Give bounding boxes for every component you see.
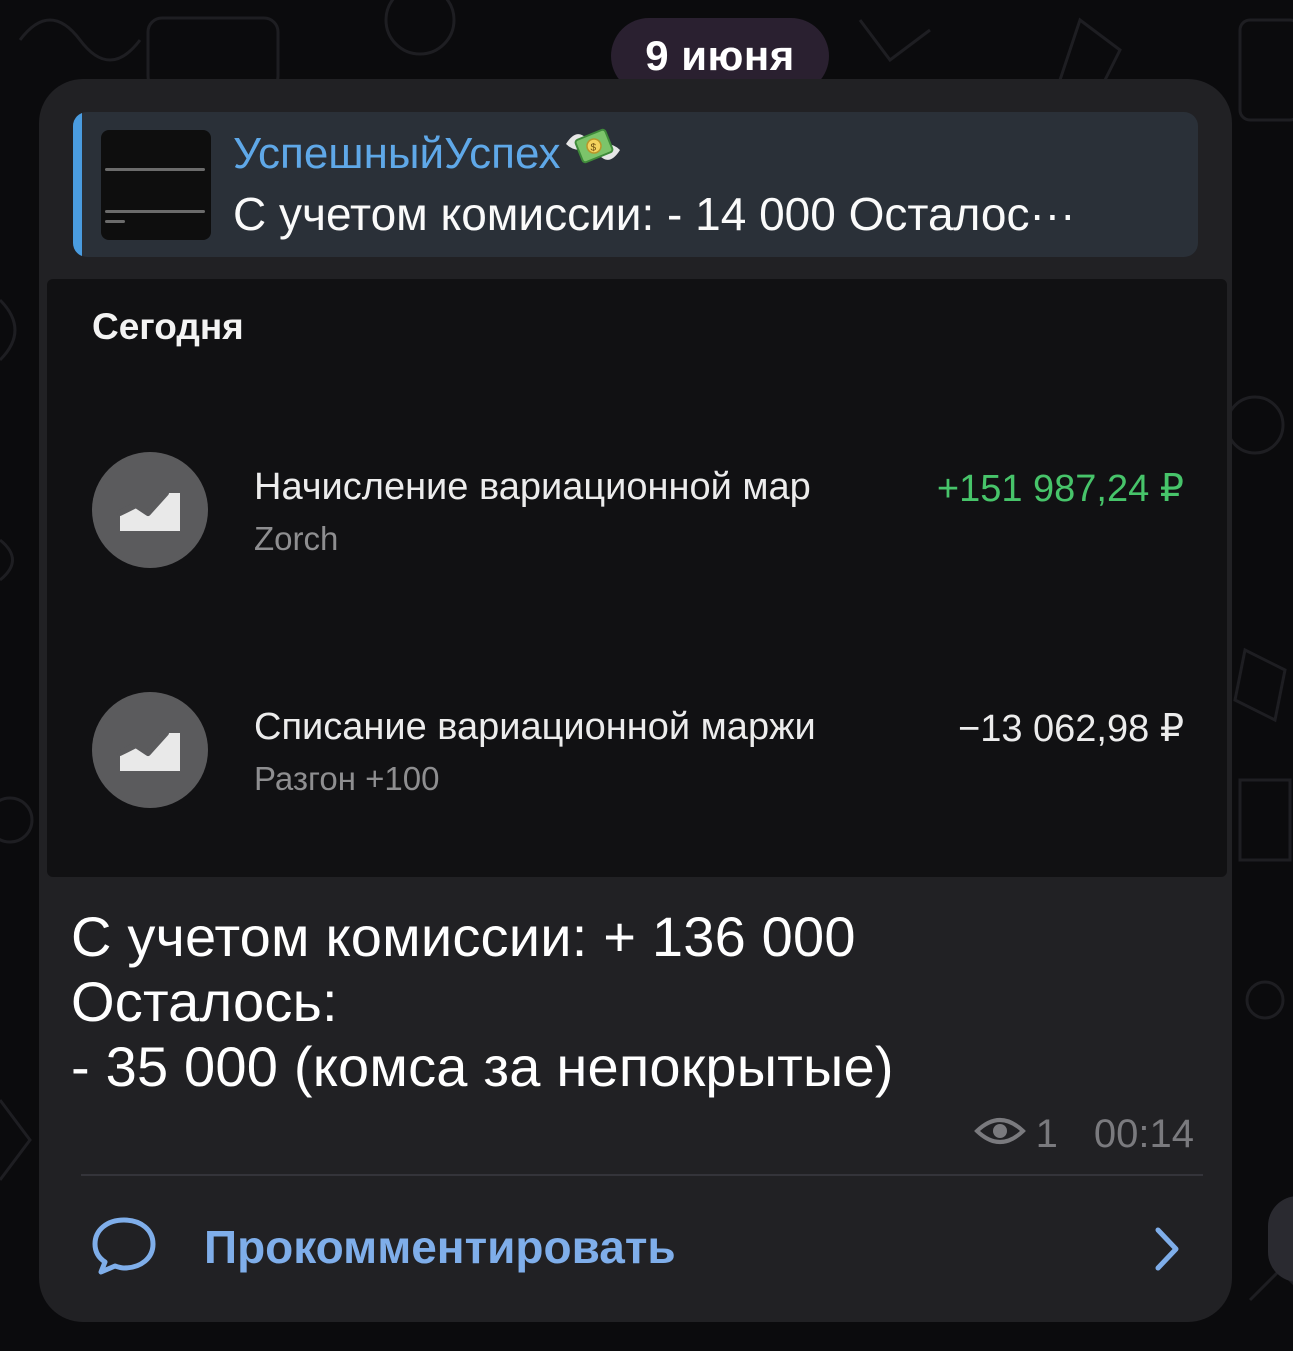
reply-title-text: УспешныйУспех: [233, 129, 561, 178]
comment-button[interactable]: Прокомментировать: [39, 1176, 1232, 1322]
reply-channel-title: УспешныйУспех $: [233, 124, 622, 183]
comment-bubble-icon: [89, 1214, 159, 1281]
eye-icon: [973, 1112, 1026, 1157]
transaction-subtitle: Разгон +100: [254, 760, 440, 797]
transaction-title: Списание вариационной маржи: [254, 706, 816, 748]
message-time: 00:14: [1093, 1112, 1194, 1156]
attached-screenshot[interactable]: Сегодня Начисление вариационной мар Zorc…: [47, 279, 1227, 877]
transaction-row: Списание вариационной маржи Разгон +100 …: [92, 692, 1202, 812]
transaction-amount: +151 987,24 ₽: [936, 468, 1184, 510]
section-label: Сегодня: [92, 306, 244, 347]
transaction-row: Начисление вариационной мар Zorch +151 9…: [92, 452, 1202, 572]
comment-label: Прокомментировать: [204, 1221, 676, 1273]
transaction-title: Начисление вариационной мар: [254, 466, 811, 508]
trend-chart-icon: [92, 692, 208, 808]
message-bubble: УспешныйУспех $ С учетом комиссии: - 14 …: [39, 79, 1232, 1322]
transaction-amount: −13 062,98 ₽: [958, 708, 1184, 750]
chevron-right-icon: [1152, 1224, 1182, 1279]
view-count: 1: [1035, 1112, 1058, 1156]
reply-text: С учетом комиссии: - 14 000 Осталос···: [233, 188, 1076, 240]
reply-thumbnail: [101, 130, 211, 240]
scroll-down-button[interactable]: [1268, 1196, 1293, 1282]
svg-text:$: $: [591, 143, 597, 154]
message-text: С учетом комиссии: + 136 000 Осталось: -…: [71, 905, 894, 1098]
transaction-subtitle: Zorch: [254, 520, 339, 557]
trend-chart-icon: [92, 452, 208, 568]
money-with-wings-icon: $: [564, 124, 622, 183]
reply-accent-bar: [73, 112, 82, 257]
reply-preview[interactable]: УспешныйУспех $ С учетом комиссии: - 14 …: [73, 112, 1198, 257]
message-meta: 1 00:14: [973, 1112, 1194, 1157]
